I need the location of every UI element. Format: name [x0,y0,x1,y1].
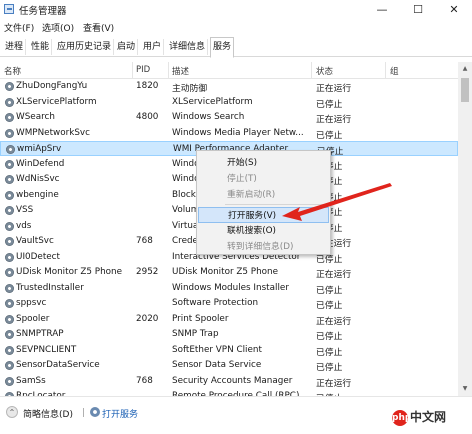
arrow-shape [282,183,392,221]
red-arrow-annotation [282,183,392,221]
